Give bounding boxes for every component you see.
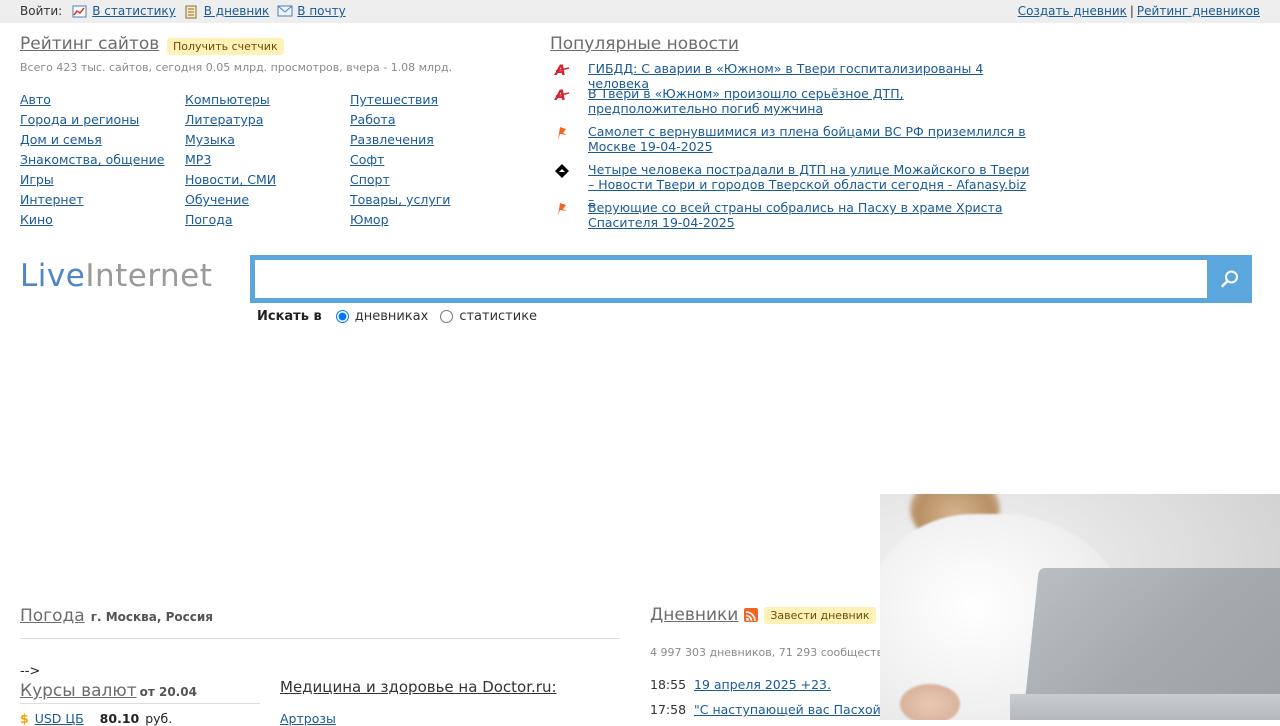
popular-news-title[interactable]: Популярные новости — [550, 34, 739, 54]
source-a-icon: A — [554, 62, 570, 79]
search-button[interactable] — [1207, 255, 1252, 303]
category-link[interactable]: Авто — [20, 91, 164, 111]
stats-radio[interactable] — [440, 310, 454, 323]
diaries-header: Дневники Завести дневник — [650, 605, 876, 625]
currency-rates-title[interactable]: Курсы валют — [20, 681, 137, 701]
medicine-link[interactable]: Артрозы — [280, 711, 336, 726]
diaries-stats: 4 997 303 дневников, 71 293 сообществ, — [650, 646, 887, 659]
category-link[interactable]: Литература — [185, 111, 276, 131]
category-link[interactable]: Компьютеры — [185, 91, 276, 111]
news-link[interactable]: Верующие со всей страны собрались на Пас… — [588, 200, 1030, 230]
separator: | — [1129, 4, 1134, 18]
login-label: Войти: — [20, 4, 63, 18]
category-column-1: Авто Города и регионы Дом и семья Знаком… — [20, 91, 164, 231]
category-link[interactable]: Новости, СМИ — [185, 171, 276, 191]
news-link[interactable]: Самолет с вернувшимися из плена бойцами … — [588, 124, 1030, 154]
video-laptop-edge — [1010, 694, 1280, 720]
category-link[interactable]: Развлечения — [350, 131, 450, 151]
video-ad-overlay[interactable] — [880, 494, 1280, 720]
mail-link-item[interactable]: В почту — [277, 0, 346, 23]
search-in-label: Искать в — [257, 309, 322, 324]
category-link[interactable]: Музыка — [185, 131, 276, 151]
diaries-radio[interactable] — [335, 310, 349, 323]
divider — [20, 703, 260, 704]
category-link[interactable]: Погода — [185, 211, 276, 231]
category-link[interactable]: Кино — [20, 211, 164, 231]
category-link[interactable]: Товары, услуги — [350, 191, 450, 211]
diary-link-item[interactable]: В дневник — [184, 0, 270, 23]
search-scope: Искать в дневниках статистике — [257, 309, 549, 324]
weather-title[interactable]: Погода — [20, 606, 85, 626]
medicine-title[interactable]: Медицина и здоровье на Doctor.ru: — [280, 678, 557, 696]
top-bar: Войти: В статистику В дневник В почту Со… — [0, 0, 1280, 23]
weather-city: г. Москва, Россия — [90, 610, 213, 624]
category-link[interactable]: Обучение — [185, 191, 276, 211]
news-item: Самолет с вернувшимися из плена бойцами … — [550, 124, 1030, 154]
chart-icon — [72, 5, 87, 18]
mail-link[interactable]: В почту — [297, 0, 345, 23]
rate-value: 80.10 — [99, 711, 140, 726]
news-item: A В Твери в «Южном» произошло серьёзное … — [550, 86, 1030, 116]
rate-currency[interactable]: USD ЦБ — [35, 711, 84, 726]
stats-link-item[interactable]: В статистику — [72, 0, 176, 23]
create-diary-button[interactable]: Завести дневник — [764, 606, 876, 624]
diary-row: 18:55 19 апреля 2025 +23. — [650, 677, 831, 692]
login-links: Войти: В статистику В дневник В почту — [20, 0, 346, 23]
source-diamond-icon — [554, 163, 570, 179]
diary-time: 17:58 — [650, 702, 687, 717]
source-a-icon: A — [554, 87, 570, 104]
get-counter-button[interactable]: Получить счетчик — [167, 38, 284, 55]
rate-unit: руб. — [145, 711, 173, 726]
dollar-icon: $ — [20, 711, 29, 726]
category-link[interactable]: Города и регионы — [20, 111, 164, 131]
currency-rates-header: Курсы валют от 20.04 — [20, 681, 197, 701]
diary-link[interactable]: В дневник — [204, 0, 270, 23]
category-link[interactable]: Дом и семья — [20, 131, 164, 151]
category-link[interactable]: Юмор — [350, 211, 450, 231]
search-option-stats[interactable]: статистике — [440, 309, 537, 324]
liveinternet-logo[interactable]: LiveInternet — [20, 258, 212, 294]
search-icon — [1220, 270, 1238, 288]
video-person-hand — [900, 684, 960, 720]
diary-link[interactable]: "С наступающей вас Пасхой я — [694, 702, 892, 717]
create-diary-link[interactable]: Создать дневник — [1018, 4, 1127, 18]
search-box — [250, 255, 1252, 303]
rate-row: $ USD ЦБ 80.10 руб. — [20, 711, 172, 726]
rating-stats: Всего 423 тыс. сайтов, сегодня 0.05 млрд… — [20, 61, 453, 74]
category-link[interactable]: Игры — [20, 171, 164, 191]
category-link[interactable]: Работа — [350, 111, 450, 131]
category-link[interactable]: Спорт — [350, 171, 450, 191]
category-link[interactable]: MP3 — [185, 151, 276, 171]
stats-link[interactable]: В статистику — [92, 0, 176, 23]
diary-link[interactable]: 19 апреля 2025 +23. — [694, 677, 831, 692]
diary-time: 18:55 — [650, 677, 687, 692]
search-input[interactable] — [255, 260, 1207, 298]
diary-row: 17:58 "С наступающей вас Пасхой я — [650, 702, 892, 717]
rss-icon[interactable] — [744, 608, 759, 622]
diaries-title[interactable]: Дневники — [650, 605, 738, 625]
divider — [20, 638, 620, 639]
search-option-diaries[interactable]: дневниках — [335, 309, 428, 324]
rating-title[interactable]: Рейтинг сайтов — [20, 34, 159, 54]
news-item: Верующие со всей страны собрались на Пас… — [550, 200, 1030, 230]
rates-date: от 20.04 — [139, 685, 197, 699]
category-column-3: Путешествия Работа Развлечения Софт Спор… — [350, 91, 450, 231]
category-column-2: Компьютеры Литература Музыка MP3 Новости… — [185, 91, 276, 231]
category-link[interactable]: Знакомства, общение — [20, 151, 164, 171]
source-r-icon — [554, 201, 570, 217]
category-link[interactable]: Софт — [350, 151, 450, 171]
category-link[interactable]: Интернет — [20, 191, 164, 211]
notebook-icon — [184, 5, 199, 19]
category-link[interactable]: Путешествия — [350, 91, 450, 111]
weather-header: Погода г. Москва, Россия — [20, 606, 213, 626]
mail-icon — [277, 5, 293, 18]
source-r-icon — [554, 125, 570, 141]
news-link[interactable]: В Твери в «Южном» произошло серьёзное ДТ… — [588, 86, 1030, 116]
diary-rating-link[interactable]: Рейтинг дневников — [1137, 4, 1260, 18]
stray-text: --> — [20, 664, 41, 679]
diary-links: Создать дневник | Рейтинг дневников — [1018, 0, 1260, 23]
